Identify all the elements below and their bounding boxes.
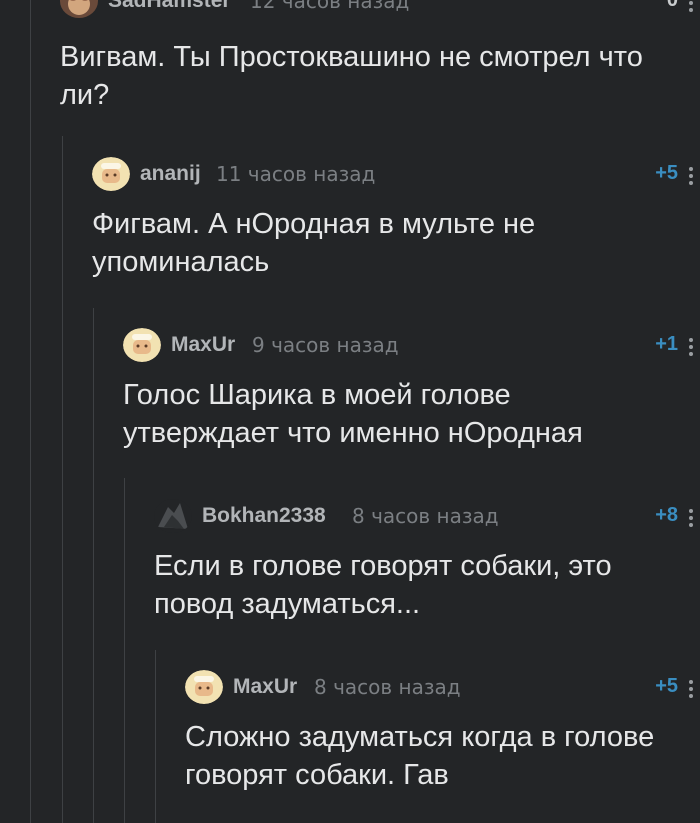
avatar[interactable] (92, 157, 130, 191)
thread-line[interactable] (30, 0, 31, 823)
thread-line[interactable] (155, 650, 156, 823)
comment: ananij 11 часов назад +5 Фигвам. А нОрод… (92, 157, 700, 281)
avatar[interactable] (123, 328, 161, 362)
comment-text: Сложно задуматься когда в голове говорят… (185, 721, 655, 791)
comment-score: 0 (666, 0, 678, 11)
comment-score: +5 (655, 162, 678, 184)
avatar[interactable] (154, 499, 192, 533)
timestamp: 9 часов назад (252, 333, 399, 357)
comment-text: Вигвам. Ты Простоквашино не смотрел что … (60, 41, 643, 111)
username[interactable]: SadHamster (108, 0, 231, 13)
timestamp: 12 часов назад (250, 0, 410, 13)
comment-score: +5 (655, 675, 678, 697)
comment: SadHamster 12 часов назад 0 Вигвам. Ты П… (60, 0, 700, 114)
comment-thread: SadHamster 12 часов назад 0 Вигвам. Ты П… (0, 0, 700, 823)
comment-header: MaxUr 9 часов назад +1 (123, 328, 700, 362)
comment-text: Если в голове говорят собаки, это повод … (154, 550, 612, 620)
comment-score: +1 (655, 333, 678, 355)
timestamp: 8 часов назад (352, 504, 499, 528)
more-options-icon[interactable] (684, 336, 698, 358)
comment-score: +8 (655, 504, 678, 526)
timestamp: 11 часов назад (216, 162, 376, 186)
comment-header: MaxUr 8 часов назад +5 (185, 670, 700, 704)
comment-header: ananij 11 часов назад +5 (92, 157, 700, 191)
comment: Bokhan2338 8 часов назад +8 Если в голов… (154, 499, 700, 623)
more-options-icon[interactable] (684, 678, 698, 700)
avatar[interactable] (185, 670, 223, 704)
comment: MaxUr 8 часов назад +5 Сложно задуматься… (185, 670, 700, 794)
avatar[interactable] (60, 0, 98, 18)
comment-header: Bokhan2338 8 часов назад +8 (154, 499, 700, 533)
comment-text: Голос Шарика в моей голове утверждает чт… (123, 379, 583, 449)
username[interactable]: MaxUr (171, 333, 235, 357)
comment-text: Фигвам. А нОродная в мульте не упоминала… (92, 208, 536, 278)
comment: MaxUr 9 часов назад +1 Голос Шарика в мо… (123, 328, 700, 452)
username[interactable]: ananij (140, 162, 201, 186)
timestamp: 8 часов назад (314, 675, 461, 699)
comment-header: SadHamster 12 часов назад 0 (60, 0, 700, 18)
thread-line[interactable] (93, 308, 94, 823)
thread-line[interactable] (124, 478, 125, 823)
thread-line[interactable] (62, 136, 63, 823)
more-options-icon[interactable] (684, 165, 698, 187)
username[interactable]: MaxUr (233, 675, 297, 699)
username[interactable]: Bokhan2338 (202, 504, 326, 528)
more-options-icon[interactable] (684, 507, 698, 529)
more-options-icon[interactable] (684, 0, 698, 14)
